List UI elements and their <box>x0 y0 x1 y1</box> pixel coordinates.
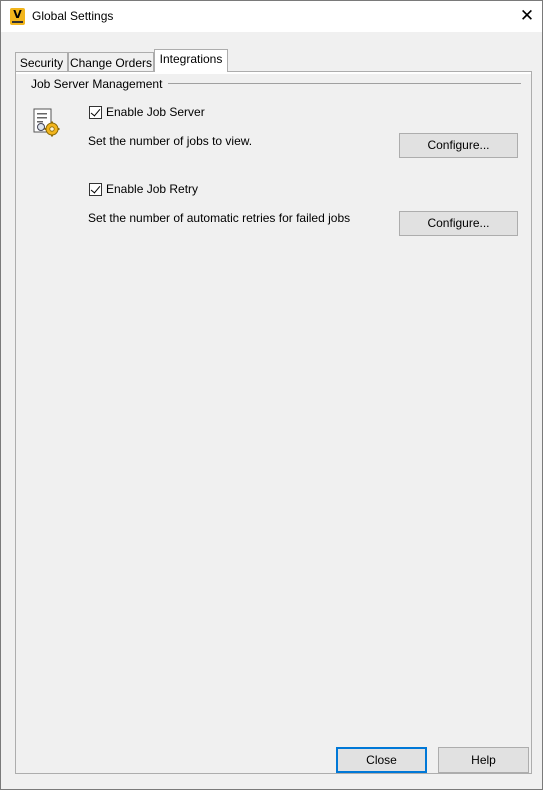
integrations-panel: Job Server Management Enable Job Server … <box>15 71 532 774</box>
app-logo-icon: V <box>10 8 25 25</box>
window-close-icon[interactable]: ✕ <box>512 2 542 30</box>
window-title: Global Settings <box>32 9 114 23</box>
global-settings-window: V Global Settings ✕ Security Change Orde… <box>0 0 543 790</box>
jobs-to-view-description: Set the number of jobs to view. <box>88 134 253 148</box>
app-logo-letter: V <box>13 8 22 21</box>
tab-integrations[interactable]: Integrations <box>154 49 228 72</box>
job-server-gear-icon <box>33 108 60 137</box>
job-server-group-label: Job Server Management <box>31 77 163 91</box>
retry-description: Set the number of automatic retries for … <box>88 211 351 225</box>
group-divider <box>168 83 521 84</box>
configure-jobs-button[interactable]: Configure... <box>399 133 518 158</box>
enable-job-retry-label: Enable Job Retry <box>106 182 199 196</box>
title-bar[interactable]: V Global Settings ✕ <box>1 1 542 32</box>
enable-job-server-checkbox[interactable]: Enable Job Server <box>89 105 205 119</box>
configure-retries-button[interactable]: Configure... <box>399 211 518 236</box>
close-button[interactable]: Close <box>336 747 427 773</box>
tab-security[interactable]: Security <box>15 52 68 71</box>
enable-job-retry-checkbox[interactable]: Enable Job Retry <box>89 182 198 196</box>
enable-job-server-label: Enable Job Server <box>106 105 205 119</box>
checkbox-checked-icon[interactable] <box>89 105 102 119</box>
tab-change-orders[interactable]: Change Orders <box>68 52 154 71</box>
checkbox-checked-icon[interactable] <box>89 182 102 196</box>
help-button[interactable]: Help <box>438 747 529 773</box>
